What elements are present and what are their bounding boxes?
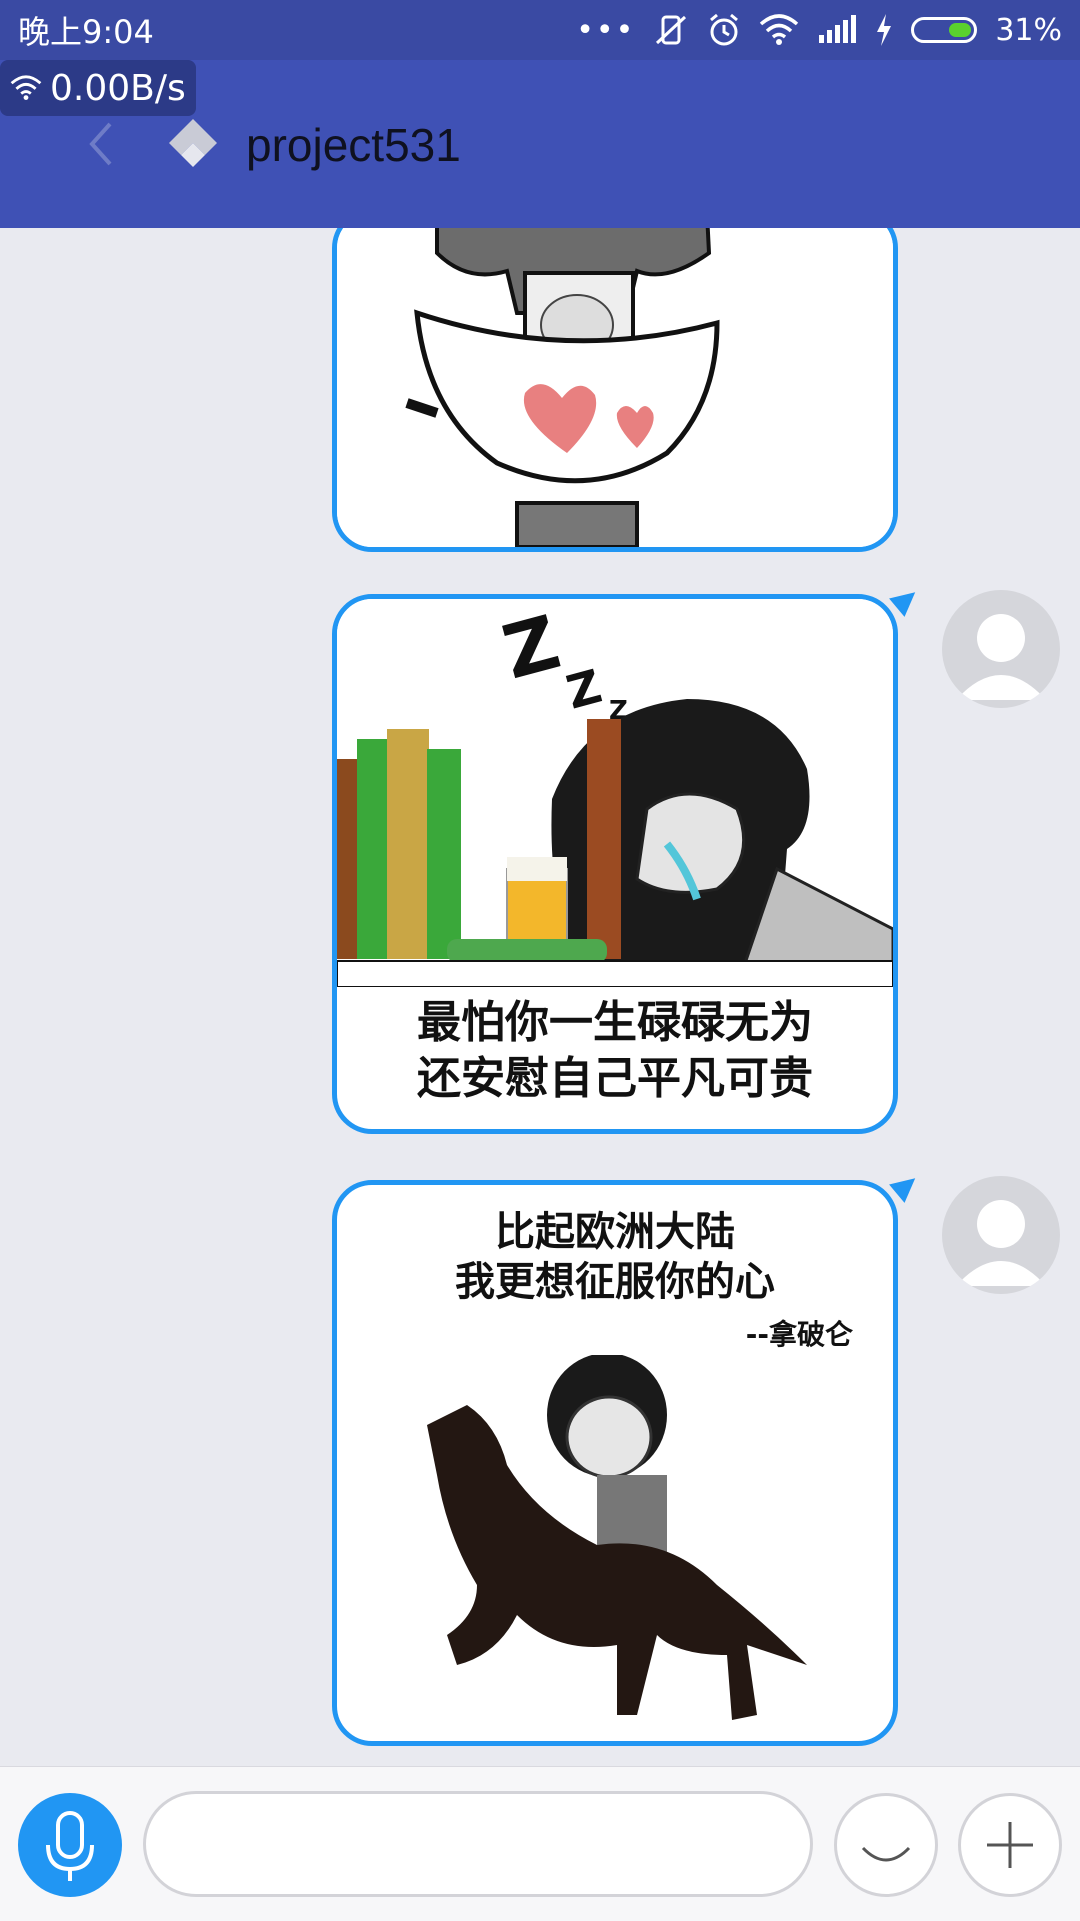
emoji-button[interactable] (834, 1793, 938, 1897)
chevron-left-icon[interactable] (82, 122, 122, 166)
more-options-button[interactable] (958, 1793, 1062, 1897)
network-speed-text: 0.00B/s (50, 67, 186, 109)
vibrate-off-icon (656, 15, 687, 45)
app-bar: 0.00B/s project531 (0, 60, 1080, 228)
plus-icon (987, 1822, 1033, 1868)
alarm-icon (710, 13, 739, 46)
meme-signature: --拿破仑 (745, 1318, 853, 1351)
message-image-bubble[interactable]: 比起欧洲大陆 我更想征服你的心 --拿破仑 (332, 1180, 898, 1746)
page-title: project531 (246, 119, 461, 171)
default-avatar-icon[interactable] (942, 590, 1060, 708)
message-input[interactable] (143, 1791, 813, 1897)
bubble-tail (889, 1169, 923, 1203)
battery-icon (911, 17, 978, 43)
more-dots-icon: ••• (576, 12, 636, 48)
default-avatar-icon[interactable] (942, 1176, 1060, 1294)
voice-input-button[interactable] (18, 1793, 122, 1897)
status-icons: ••• 31% (576, 13, 1062, 48)
battery-percent: 31% (995, 12, 1062, 48)
wifi-icon (760, 14, 799, 45)
microphone-icon (46, 1811, 94, 1881)
meme-caption-line: 比起欧洲大陆 (495, 1209, 735, 1255)
app-logo-icon (169, 119, 217, 167)
message-image-bubble[interactable]: Z Z Z 最怕你一生碌碌无为 还安慰自己平凡可贵 (332, 594, 898, 1134)
signal-icon (819, 15, 857, 43)
meme-image-napoleon-horse (427, 1355, 807, 1720)
network-speed-overlay: 0.00B/s (0, 60, 196, 116)
meme-caption-line: 最怕你一生碌碌无为 (417, 997, 813, 1048)
chat-area[interactable]: Z Z Z 最怕你一生碌碌无为 还安慰自己平凡可贵 比起欧洲大陆 我更想征服你的… (0, 228, 1080, 1766)
meme-image-chef-hearts (337, 228, 893, 547)
meme-caption-line: 还安慰自己平凡可贵 (417, 1053, 813, 1104)
meme-caption: 最怕你一生碌碌无为 还安慰自己平凡可贵 (337, 995, 893, 1107)
wifi-small-icon (10, 75, 42, 100)
meme-caption: 比起欧洲大陆 我更想征服你的心 (337, 1207, 893, 1307)
smiley-icon (861, 1846, 911, 1862)
status-bar: 晚上9:04 ••• 31% (0, 0, 1080, 60)
meme-image-sleeping-beer: Z Z Z (337, 599, 893, 987)
status-time: 晚上9:04 (18, 13, 154, 51)
meme-caption-line: 我更想征服你的心 (455, 1259, 775, 1305)
message-image-bubble[interactable] (332, 228, 898, 552)
bubble-tail (889, 583, 923, 617)
charging-icon (877, 14, 892, 46)
message-input-bar (0, 1766, 1080, 1921)
